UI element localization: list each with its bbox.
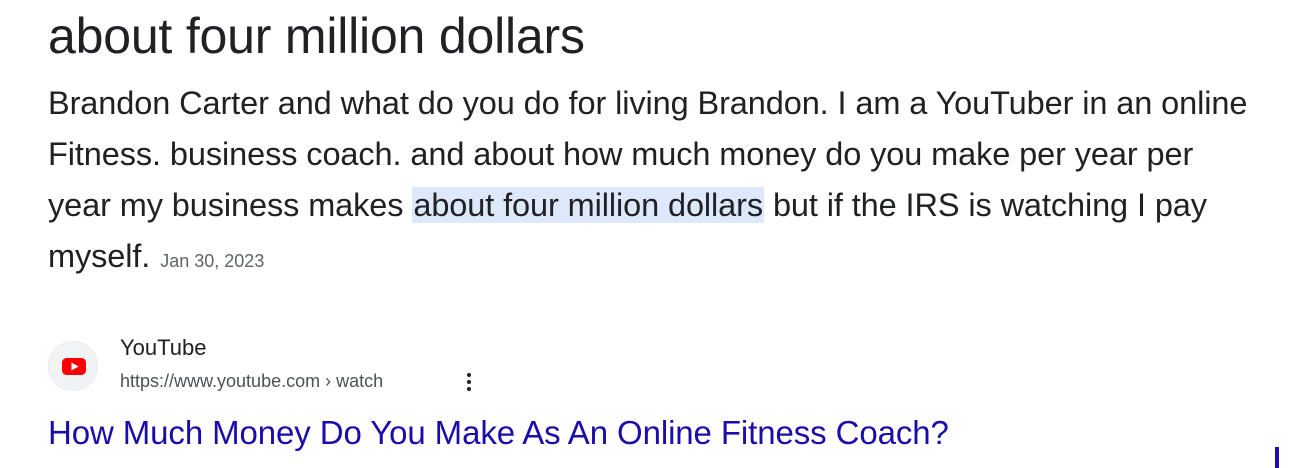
answer-highlight: about four million dollars [412,187,765,223]
site-url[interactable]: https://www.youtube.com › watch [120,369,383,393]
more-dot [467,387,471,391]
answer-date: Jan 30, 2023 [160,251,265,271]
site-name[interactable]: YouTube [120,334,206,362]
answer-heading: about four million dollars [48,8,585,64]
more-vert-icon[interactable] [456,368,482,396]
result-title-link[interactable]: How Much Money Do You Make As An Online … [48,413,949,453]
more-dot [467,373,471,377]
answer-body: Brandon Carter and what do you do for li… [48,78,1248,287]
result-source[interactable]: YouTube https://www.youtube.com › watch [48,332,648,392]
youtube-play-icon [62,358,86,375]
text-cursor-marker [1275,447,1279,468]
featured-snippet: about four million dollars Brandon Carte… [48,0,1248,287]
youtube-logo-icon[interactable] [48,341,98,391]
more-dot [467,380,471,384]
